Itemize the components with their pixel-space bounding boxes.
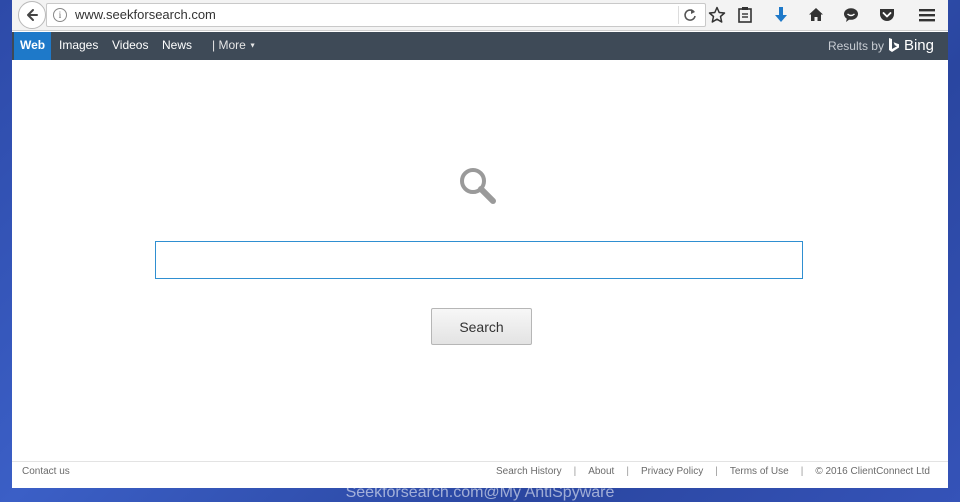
url-text[interactable]: www.seekforsearch.com (75, 7, 216, 22)
footer-divider (12, 461, 948, 462)
tab-images[interactable]: Images (53, 32, 104, 60)
search-button[interactable]: Search (431, 308, 532, 345)
pocket-icon (880, 9, 894, 21)
tab-web[interactable]: Web (14, 32, 52, 60)
footer-separator: | (715, 466, 718, 477)
search-input[interactable] (155, 241, 803, 279)
privacy-policy-link[interactable]: Privacy Policy (641, 466, 703, 477)
home-button[interactable] (805, 4, 827, 26)
about-link[interactable]: About (588, 466, 614, 477)
address-bar[interactable]: i www.seekforsearch.com (46, 3, 706, 27)
search-nav-bar: Web Images Videos News | More ▼ Results … (12, 32, 948, 60)
back-button[interactable] (18, 1, 46, 29)
copyright-text: © 2016 ClientConnect Ltd (815, 466, 930, 477)
info-icon[interactable]: i (53, 8, 67, 22)
chat-bubble-icon (844, 8, 858, 22)
caret-down-icon: ▼ (249, 42, 257, 50)
menu-button[interactable] (916, 4, 938, 26)
footer-contact[interactable]: Contact us (22, 466, 70, 477)
bookmark-button[interactable] (706, 4, 728, 26)
watermark-text: Seekforsearch.com@My AntiSpyware (345, 484, 615, 501)
star-icon (708, 6, 726, 23)
more-label: | More (212, 38, 246, 52)
footer-separator: | (626, 466, 629, 477)
bing-label: Bing (903, 37, 934, 54)
results-by-label: Results by (827, 39, 884, 53)
reading-list-button[interactable] (734, 4, 756, 26)
pocket-button[interactable] (876, 4, 898, 26)
more-menu[interactable]: | More ▼ (206, 32, 262, 60)
contact-link[interactable]: Contact us (22, 466, 70, 477)
tab-news[interactable]: News (156, 32, 198, 60)
hamburger-menu-icon (919, 9, 935, 22)
bing-logo-icon (888, 38, 899, 52)
terms-of-use-link[interactable]: Terms of Use (730, 466, 789, 477)
footer-separator: | (573, 466, 577, 477)
footer-links: Search History | About | Privacy Policy … (496, 466, 930, 477)
tab-videos[interactable]: Videos (106, 32, 154, 60)
browser-toolbar: i www.seekforsearch.com (12, 0, 948, 31)
back-arrow-icon (27, 9, 38, 21)
download-arrow-icon (775, 7, 787, 22)
search-history-link[interactable]: Search History (496, 466, 562, 477)
home-icon (809, 8, 823, 21)
clipboard-icon (738, 7, 752, 23)
browser-window: i www.seekforsearch.com Web Images Video… (12, 0, 948, 488)
results-by-bing: Results by Bing (828, 32, 934, 60)
footer-separator: | (800, 466, 804, 477)
downloads-button[interactable] (770, 4, 792, 26)
reload-icon (684, 9, 696, 21)
magnifier-icon (460, 168, 496, 204)
chat-button[interactable] (840, 4, 862, 26)
reload-button[interactable] (678, 6, 701, 24)
